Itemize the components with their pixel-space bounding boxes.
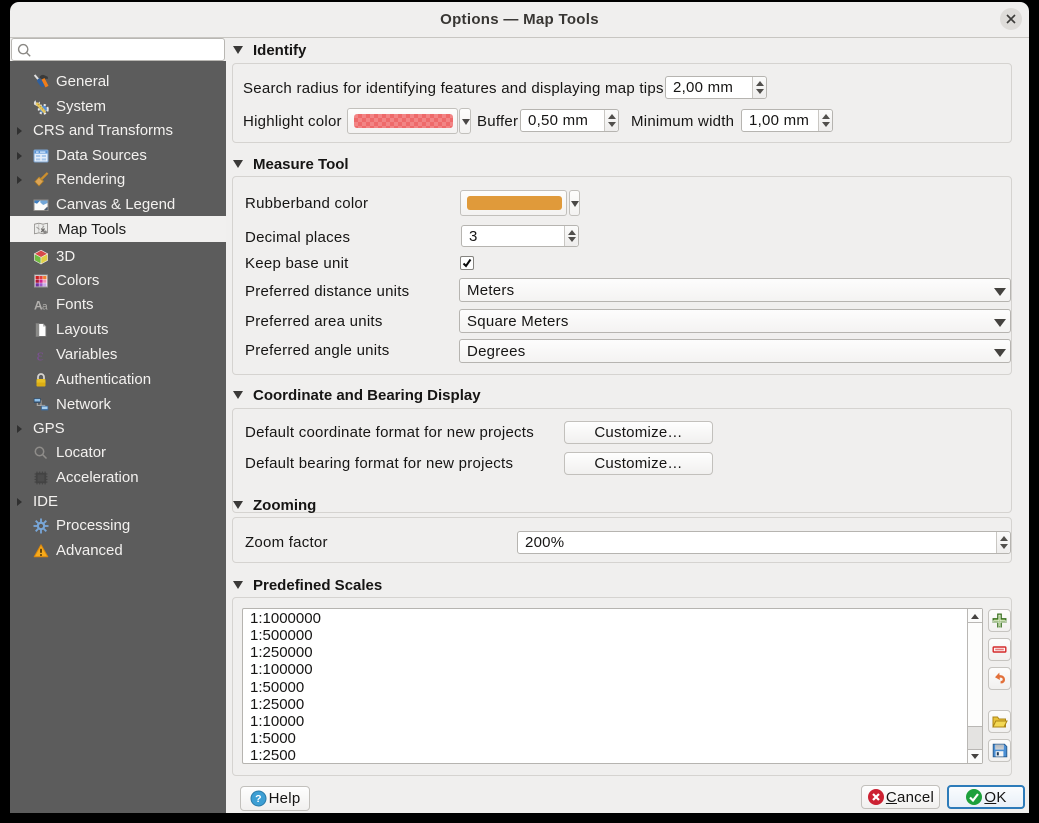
svg-text:?: ? xyxy=(255,793,262,805)
svg-text:a: a xyxy=(42,301,48,312)
svg-text:ε: ε xyxy=(37,347,44,363)
